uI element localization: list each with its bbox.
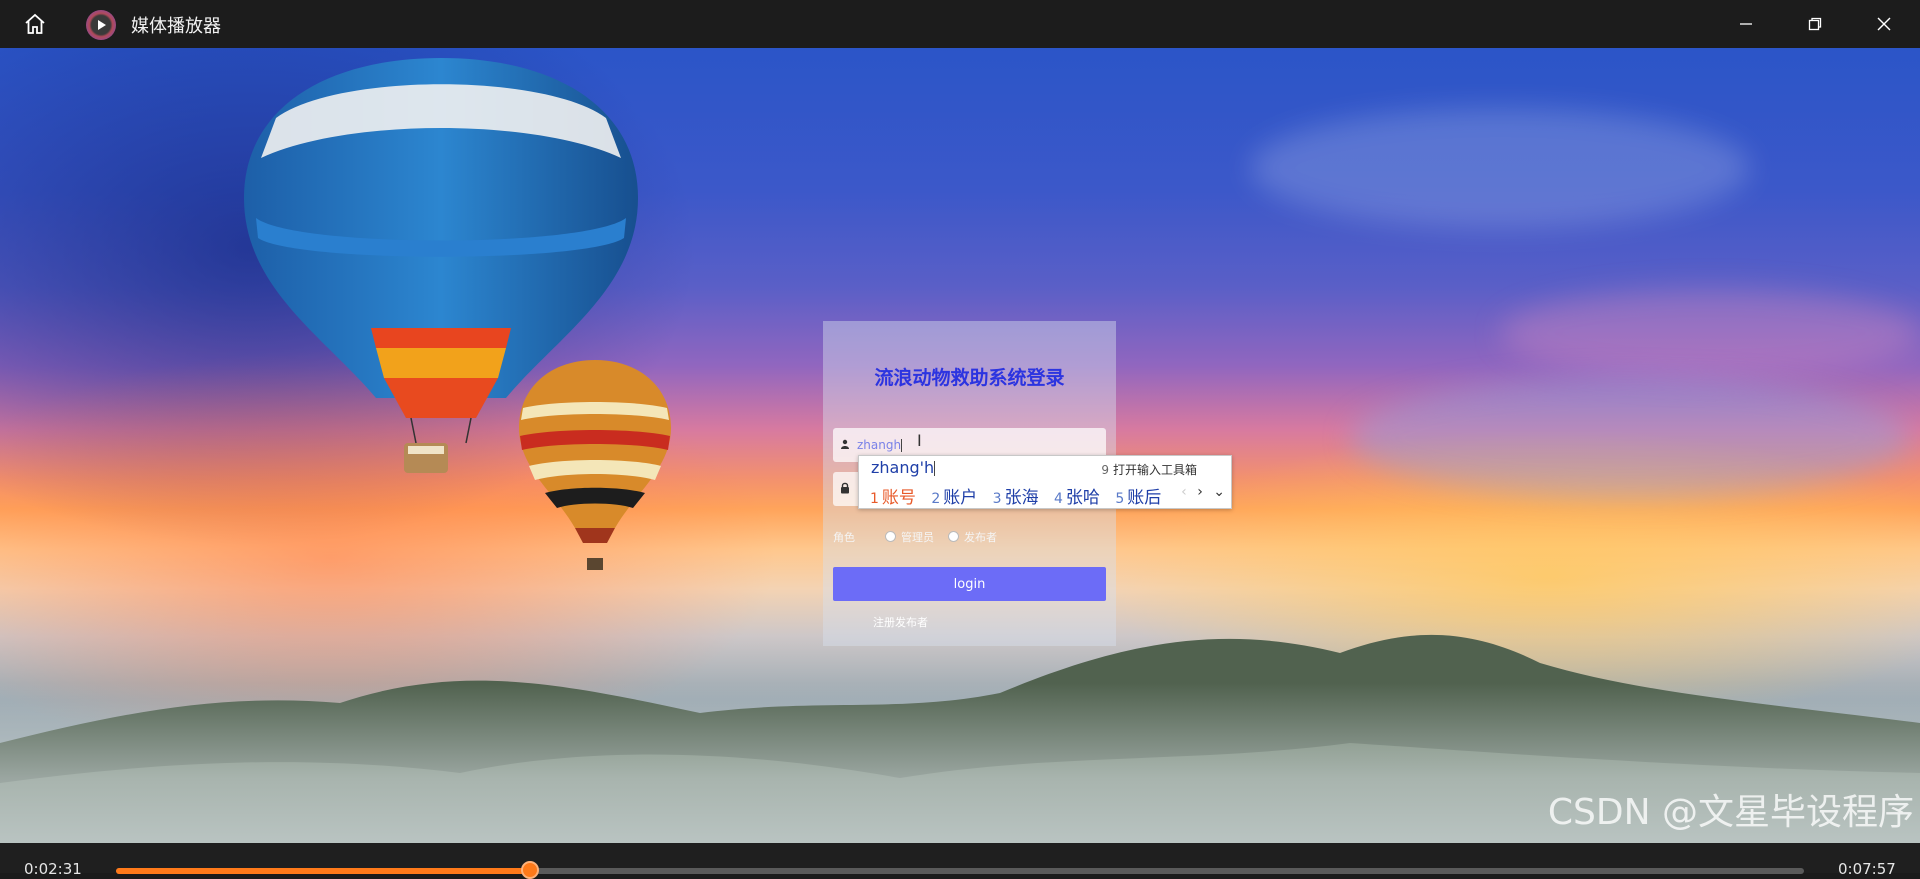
cloud (1250, 108, 1750, 228)
ime-caret (934, 461, 936, 476)
ime-toolbox-button[interactable]: 9 打开输入工具箱 (1101, 461, 1197, 478)
role-option-label: 管理员 (901, 531, 934, 544)
chevron-left-icon[interactable]: ‹ (1181, 484, 1187, 500)
minimize-icon (1740, 23, 1752, 25)
username-value: zhangh (857, 438, 903, 452)
close-button[interactable] (1850, 0, 1918, 48)
text-cursor-icon: I (917, 431, 922, 450)
window-title: 媒体播放器 (131, 16, 221, 37)
chevron-down-icon[interactable]: ⌄ (1213, 484, 1225, 500)
home-button[interactable] (20, 10, 50, 38)
title-bar: 媒体播放器 (0, 0, 1920, 48)
restore-icon (1808, 17, 1822, 31)
ime-candidate-window: zhang'h 9 打开输入工具箱 1 账号 2 账户 3 张海 4 张哈 5 账后 ‹ ›… (858, 455, 1232, 509)
lock-icon (839, 481, 851, 495)
home-icon (25, 13, 45, 34)
role-radio-publisher[interactable] (948, 531, 959, 542)
total-time: 0:07:57 (1838, 860, 1896, 878)
current-time: 0:02:31 (24, 860, 82, 878)
seek-bar-progress (116, 868, 531, 874)
role-selector: 角色 管理员 发布者 (833, 529, 1106, 545)
ime-candidate-list: 1 账号 2 账户 3 张海 4 张哈 5 账后 (870, 483, 1171, 508)
ime-candidate[interactable]: 5 账后 (1115, 488, 1161, 508)
hot-air-balloon-small (519, 360, 671, 570)
text-caret (901, 439, 903, 452)
restore-button[interactable] (1781, 0, 1849, 48)
ime-candidate[interactable]: 4 张哈 (1054, 488, 1100, 508)
ime-composition: zhang'h (871, 458, 936, 477)
minimize-button[interactable] (1712, 0, 1780, 48)
user-icon (839, 437, 851, 451)
role-option-label: 发布者 (964, 531, 997, 544)
cloud (1500, 288, 1920, 378)
watermark: CSDN @文星毕设程序 (1547, 792, 1914, 833)
seek-thumb[interactable] (521, 861, 540, 879)
register-publisher-link[interactable]: 注册发布者 (873, 614, 928, 630)
chevron-right-icon[interactable]: › (1197, 484, 1203, 500)
login-button[interactable]: login (833, 567, 1106, 601)
ime-candidate[interactable]: 2 账户 (931, 488, 977, 508)
seek-bar[interactable] (116, 868, 1804, 874)
ime-candidate[interactable]: 3 张海 (993, 488, 1039, 508)
role-radio-admin[interactable] (885, 531, 896, 542)
role-label: 角色 (833, 531, 855, 544)
login-title: 流浪动物救助系统登录 (874, 367, 1065, 389)
ime-candidate[interactable]: 1 账号 (870, 488, 916, 508)
cloud (1350, 378, 1910, 498)
media-player-icon (86, 10, 116, 40)
close-icon (1877, 17, 1891, 31)
ime-navigation: ‹ › ⌄ (1181, 484, 1225, 500)
player-control-bar: 0:02:31 0:07:57 (0, 843, 1920, 879)
